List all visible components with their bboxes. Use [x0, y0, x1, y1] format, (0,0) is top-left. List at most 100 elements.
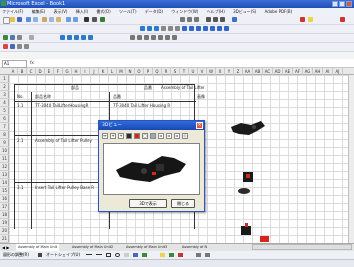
row-header-17[interactable]: 17	[0, 203, 9, 211]
sheet-tab-1[interactable]: Assembly of Main Unit	[16, 244, 60, 251]
shade-icon[interactable]	[126, 133, 132, 139]
autoshape-menu[interactable]: オートシェイプ(U)	[46, 251, 80, 259]
row-header-3[interactable]: 3	[0, 91, 9, 99]
minimize-button[interactable]	[332, 1, 338, 7]
row-header-4[interactable]: 4	[0, 99, 9, 107]
row-header-11[interactable]: 11	[0, 155, 9, 163]
menu-data[interactable]: データ(D)	[143, 9, 163, 14]
column-header-m[interactable]: M	[117, 68, 126, 75]
3d-model-preview[interactable]	[104, 144, 199, 194]
italic-icon[interactable]	[187, 17, 192, 22]
3d-viewport[interactable]	[103, 143, 200, 195]
open-icon[interactable]	[10, 17, 15, 22]
sheet-tab-3[interactable]: Assembly of Main Unit3	[126, 244, 167, 251]
part-image-pulley[interactable]	[241, 170, 255, 184]
column-header-l[interactable]: L	[108, 68, 117, 75]
row-header-16[interactable]: 16	[0, 195, 9, 203]
new-icon[interactable]	[3, 17, 10, 24]
horizontal-scrollbar[interactable]	[252, 244, 352, 250]
dialog-close-icon[interactable]: ×	[196, 122, 203, 129]
menu-view[interactable]: 表示(V)	[52, 9, 68, 14]
style-icon-1[interactable]	[60, 35, 65, 40]
format-icon-11[interactable]	[210, 26, 215, 31]
row-header-15[interactable]: 15	[0, 187, 9, 195]
zoom-icon[interactable]	[17, 35, 22, 40]
rotate-icon[interactable]: ↔	[102, 133, 108, 139]
column-header-k[interactable]: K	[99, 68, 108, 75]
column-header-v[interactable]: V	[198, 68, 207, 75]
style-icon-4[interactable]	[81, 35, 86, 40]
style-icon-10[interactable]	[158, 35, 163, 40]
drawing-icon[interactable]	[10, 35, 15, 40]
copy-icon[interactable]	[49, 17, 54, 22]
cursor-icon[interactable]	[38, 253, 42, 257]
row-header-7[interactable]: 7	[0, 123, 9, 131]
column-header-n[interactable]: N	[126, 68, 135, 75]
misc-icon-4[interactable]	[24, 44, 29, 49]
format-icon-5[interactable]	[168, 26, 173, 31]
style-icon-2[interactable]	[67, 35, 72, 40]
name-box[interactable]: A1	[2, 60, 27, 68]
row-header-13[interactable]: 13	[0, 171, 9, 179]
menu-insert[interactable]: 挿入(I)	[74, 9, 88, 14]
sort-icon[interactable]	[92, 17, 97, 22]
oval-icon[interactable]	[115, 253, 120, 257]
3d-icon[interactable]	[205, 253, 210, 257]
column-header-t[interactable]: T	[180, 68, 189, 75]
column-header-ag[interactable]: AG	[303, 68, 313, 75]
rect-icon[interactable]	[106, 253, 111, 257]
paste-icon[interactable]	[56, 17, 61, 22]
format-icon-10[interactable]	[203, 26, 208, 31]
side-view-icon[interactable]: ▫	[166, 133, 172, 139]
front-view-icon[interactable]: ▫	[158, 133, 164, 139]
row-header-9[interactable]: 9	[0, 139, 9, 147]
column-header-j[interactable]: J	[90, 68, 99, 75]
textbox-icon[interactable]	[124, 253, 129, 257]
format-icon-7[interactable]	[182, 26, 187, 31]
fit-icon[interactable]: ◻	[142, 133, 148, 139]
part-image-small[interactable]	[237, 187, 251, 195]
fill-color-icon[interactable]	[308, 17, 313, 22]
column-header-ah[interactable]: AH	[313, 68, 323, 75]
column-header-af[interactable]: AF	[293, 68, 303, 75]
format-icon-12[interactable]	[217, 26, 222, 31]
row-header-5[interactable]: 5	[0, 107, 9, 115]
menu-3dview[interactable]: 3Dビュー(S)	[231, 9, 256, 14]
format-icon-9[interactable]	[196, 26, 201, 31]
column-header-ai[interactable]: AI	[323, 68, 333, 75]
column-header-d[interactable]: D	[36, 68, 45, 75]
sheet-tab-4[interactable]: Assembly of N	[182, 244, 207, 251]
row-header-8[interactable]: 8	[0, 131, 9, 139]
column-header-g[interactable]: G	[63, 68, 72, 75]
column-header-a[interactable]: A	[9, 68, 18, 75]
align-right-icon[interactable]	[220, 17, 225, 22]
column-header-ac[interactable]: AC	[263, 68, 273, 75]
vertical-scrollbar[interactable]	[348, 75, 354, 243]
print-icon[interactable]	[26, 17, 31, 22]
column-header-s[interactable]: S	[171, 68, 180, 75]
underline-icon[interactable]	[194, 17, 199, 22]
column-header-ab[interactable]: AB	[253, 68, 263, 75]
color-icon[interactable]	[134, 133, 140, 139]
menu-file[interactable]: ファイル(F)	[0, 9, 23, 14]
style-icon-8[interactable]	[144, 35, 149, 40]
column-header-c[interactable]: C	[27, 68, 36, 75]
top-view-icon[interactable]: ▫	[174, 133, 180, 139]
style-icon-6[interactable]	[130, 35, 135, 40]
style-icon-3[interactable]	[74, 35, 79, 40]
part-image-base[interactable]	[239, 223, 253, 237]
style-icon-9[interactable]	[151, 35, 156, 40]
column-header-o[interactable]: O	[135, 68, 144, 75]
style-icon-12[interactable]	[172, 35, 177, 40]
menu-tools[interactable]: ツール(T)	[117, 9, 137, 14]
style-icon-7[interactable]	[137, 35, 142, 40]
misc-icon-3[interactable]	[17, 44, 22, 49]
align-left-icon[interactable]	[206, 17, 211, 22]
part-image-housing[interactable]	[227, 117, 267, 139]
undo-icon[interactable]	[66, 17, 71, 22]
web-icon[interactable]	[3, 35, 8, 40]
column-header-q[interactable]: Q	[153, 68, 162, 75]
dialog-title-bar[interactable]: 3Dビュー ×	[99, 121, 204, 130]
wordart-icon[interactable]	[133, 253, 138, 257]
column-header-ae[interactable]: AE	[283, 68, 293, 75]
